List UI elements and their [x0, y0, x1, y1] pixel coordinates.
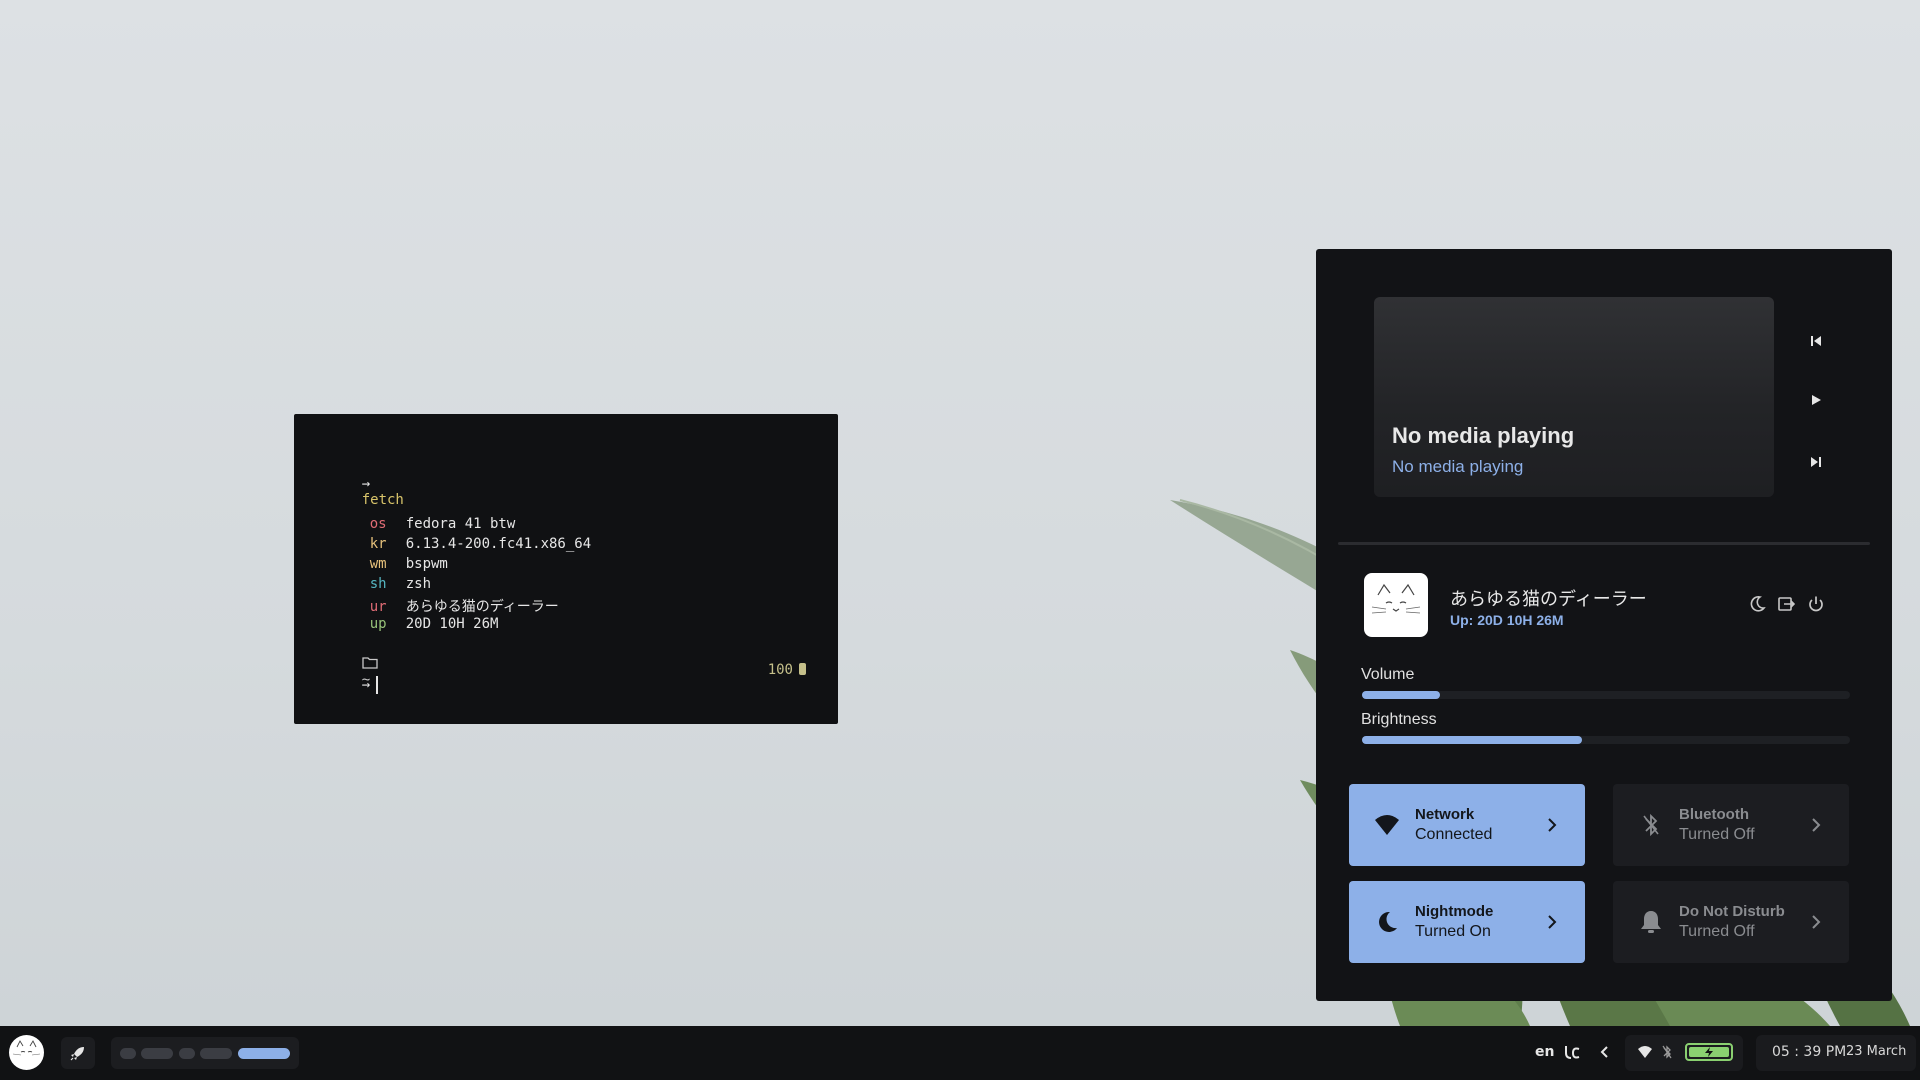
previous-button[interactable]	[1804, 329, 1828, 353]
media-subtitle: No media playing	[1392, 457, 1524, 476]
workspace-dot[interactable]	[238, 1048, 290, 1059]
bell-icon	[1637, 908, 1665, 936]
tile-title: Network	[1415, 806, 1475, 823]
media-title: No media playing	[1392, 423, 1575, 448]
avatar[interactable]	[9, 1035, 44, 1070]
wifi-icon	[1633, 1040, 1657, 1064]
tile-status: Connected	[1415, 826, 1493, 843]
control-center: No media playing No media playing あらゆる猫の…	[1316, 249, 1892, 1001]
info-value: 20D 10H 26M	[405, 616, 499, 632]
chevron-right-icon[interactable]	[1541, 910, 1563, 934]
chevron-right-icon[interactable]	[1805, 813, 1827, 837]
dnd-tile[interactable]: Do Not Disturb Turned Off	[1613, 881, 1849, 963]
info-key: up	[369, 616, 387, 632]
media-player: No media playing No media playing	[1374, 297, 1774, 497]
clock-time: 05 : 39 PM	[1772, 1044, 1847, 1060]
power-button[interactable]	[1805, 593, 1827, 615]
text-cursor	[376, 676, 379, 694]
brightness-slider-fill	[1362, 736, 1582, 744]
next-button[interactable]	[1804, 450, 1828, 474]
prompt-arrow: →	[361, 677, 371, 693]
bluetooth-off-icon	[1637, 811, 1665, 839]
logout-icon	[1778, 597, 1795, 611]
volume-slider-fill	[1362, 691, 1441, 699]
sleep-button[interactable]	[1746, 593, 1768, 615]
prompt-arrow: →	[361, 476, 371, 492]
wifi-icon	[1373, 811, 1401, 839]
user-name: あらゆる猫のディーラー	[1450, 589, 1647, 609]
next-icon	[1811, 457, 1821, 467]
workspace-dot[interactable]	[120, 1048, 136, 1059]
tile-title: Nightmode	[1415, 903, 1494, 920]
terminal-battery: 100	[768, 662, 806, 678]
brightness-label: Brightness	[1361, 711, 1437, 728]
battery-indicator	[1685, 1043, 1733, 1061]
launcher-button[interactable]	[61, 1037, 95, 1069]
bluetooth-off-icon	[1655, 1040, 1679, 1064]
clock-date: 23 March	[1846, 1044, 1907, 1059]
user-avatar	[1364, 573, 1428, 637]
previous-icon	[1811, 336, 1821, 346]
input-method-icon[interactable]	[1560, 1040, 1584, 1064]
moon-icon	[1750, 596, 1766, 612]
nightmode-tile[interactable]: Nightmode Turned On	[1349, 881, 1585, 963]
logout-button[interactable]	[1775, 593, 1797, 615]
divider	[1338, 542, 1870, 545]
volume-slider[interactable]	[1362, 691, 1850, 699]
taskbar: en 05 : 39 PM 23 March	[0, 1026, 1920, 1080]
charging-icon	[1705, 1047, 1713, 1057]
network-tile[interactable]: Network Connected	[1349, 784, 1585, 866]
play-icon	[1812, 395, 1821, 405]
chevron-left-icon	[1600, 1046, 1608, 1058]
rocket-icon	[70, 1047, 84, 1061]
input-line[interactable]: →	[328, 660, 379, 710]
tile-title: Bluetooth	[1679, 806, 1749, 823]
volume-label: Volume	[1361, 666, 1415, 683]
battery-icon	[799, 663, 806, 675]
workspace-dot[interactable]	[179, 1048, 195, 1059]
tile-status: Turned Off	[1679, 826, 1755, 843]
workspace-dot[interactable]	[141, 1048, 173, 1059]
workspace-indicator	[111, 1037, 299, 1069]
power-icon	[1809, 596, 1823, 612]
keyboard-language[interactable]: en	[1535, 1044, 1554, 1060]
battery-value: 100	[767, 662, 793, 678]
brightness-slider[interactable]	[1362, 736, 1850, 744]
user-uptime: Up: 20D 10H 26M	[1450, 612, 1564, 628]
moon-icon	[1373, 908, 1401, 936]
tile-status: Turned Off	[1679, 923, 1755, 940]
tile-status: Turned On	[1415, 923, 1491, 940]
cat-face-icon	[12, 1040, 41, 1056]
bluetooth-tile[interactable]: Bluetooth Turned Off	[1613, 784, 1849, 866]
cat-face-icon	[1371, 583, 1421, 614]
tray-expand-button[interactable]	[1592, 1040, 1616, 1064]
terminal-window[interactable]: → fetch os fedora 41 btw kr 6.13.4-200.fc4…	[294, 414, 838, 724]
workspace-dot[interactable]	[200, 1048, 232, 1059]
tile-title: Do Not Disturb	[1679, 903, 1785, 920]
battery-fill	[1689, 1047, 1729, 1057]
chevron-right-icon[interactable]	[1805, 910, 1827, 934]
play-button[interactable]	[1804, 388, 1828, 412]
chevron-right-icon[interactable]	[1541, 813, 1563, 837]
